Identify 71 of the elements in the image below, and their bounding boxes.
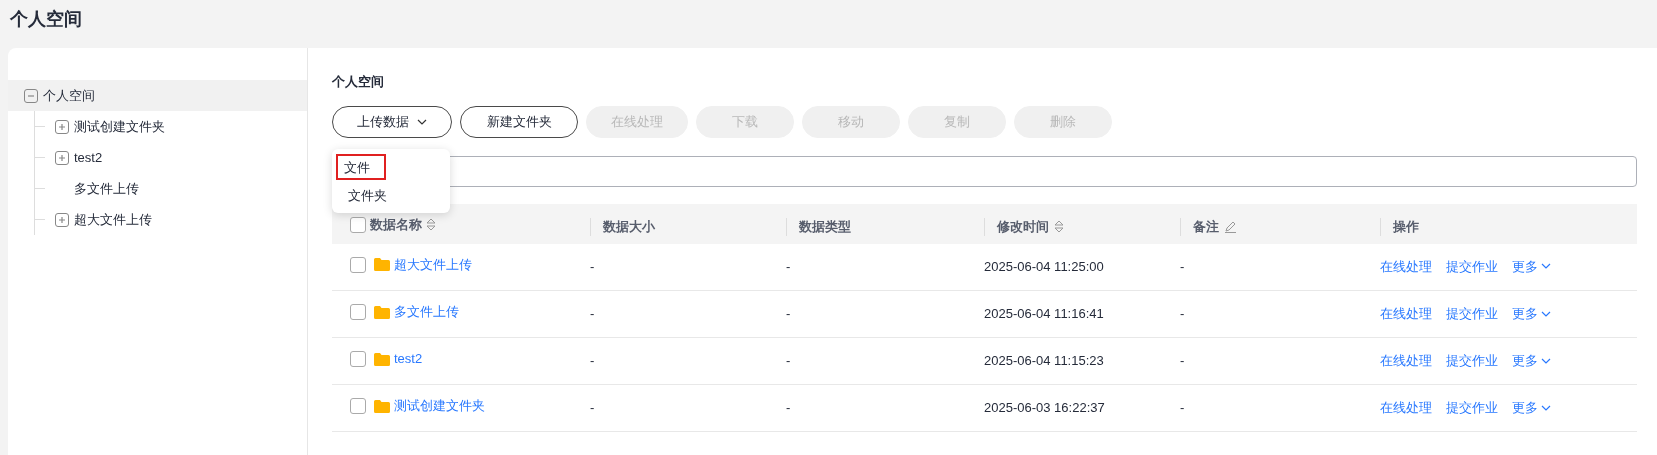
table-cell: - [590,353,595,369]
expand-icon[interactable] [55,119,69,134]
table-cell: - [1180,353,1185,369]
row-checkbox[interactable] [350,398,366,415]
folder-icon [374,399,390,413]
sort-icon[interactable] [426,218,436,232]
tree-item-highlight[interactable]: 个人空间 [8,80,307,111]
column-header: 操作 [1393,217,1419,236]
table-cell: - [786,400,791,416]
table-cell: 2025-06-04 11:15:23 [984,353,1104,369]
column-header: 修改时间 [997,217,1049,236]
sort-icon[interactable] [1054,220,1064,233]
table-cell: - [786,353,791,369]
table-cell: - [590,400,595,416]
action-link[interactable]: 在线处理 [1380,304,1432,324]
folder-icon [374,352,390,366]
file-name-link[interactable]: 多文件上传 [394,302,459,322]
caret-icon [1541,357,1551,365]
action-link[interactable]: 提交作业 [1446,257,1498,277]
column-header: 数据类型 [799,217,851,236]
action-link[interactable]: 在线处理 [1380,398,1432,418]
section-title: 个人空间 [332,73,385,91]
action-link[interactable]: 更多 [1512,398,1551,418]
expand-icon[interactable] [55,150,69,165]
tree-item[interactable]: 多文件上传 [74,178,139,199]
table-cell: - [1180,400,1185,416]
menu-item[interactable]: 文件夹 [336,182,399,208]
table-cell: 2025-06-04 11:16:41 [984,306,1104,322]
action-link[interactable]: 更多 [1512,304,1551,324]
file-name-link[interactable]: test2 [394,349,423,369]
action-link[interactable]: 提交作业 [1446,304,1498,324]
file-name-link[interactable]: 超大文件上传 [394,255,472,275]
action-link[interactable]: 提交作业 [1446,351,1498,371]
table-cell: - [786,259,791,274]
folder-icon [374,258,390,272]
action-link[interactable]: 提交作业 [1446,398,1498,418]
caret-icon [417,118,427,127]
column-header: 数据大小 [603,217,655,236]
table-cell: 2025-06-03 16:22:37 [984,400,1105,416]
toolbar-button[interactable]: 新建文件夹 [460,105,578,138]
row-checkbox[interactable] [350,256,366,273]
table-cell: - [786,306,791,322]
tree-item-label[interactable]: 个人空间 [43,85,95,106]
row-checkbox[interactable] [350,351,366,368]
page-title: 个人空间 [9,8,83,31]
caret-icon [1541,310,1551,318]
menu-item[interactable]: 文件 [336,154,386,180]
column-header: 数据名称 [370,215,422,234]
edit-icon[interactable] [1224,220,1237,233]
collapse-icon[interactable] [24,88,38,103]
row-checkbox[interactable] [350,304,366,321]
column-header: 备注 [1193,217,1219,236]
expand-icon[interactable] [55,212,69,227]
folder-icon [374,305,390,319]
tree-item[interactable]: test2 [74,147,103,168]
action-link[interactable]: 在线处理 [1380,257,1432,277]
select-all-checkbox[interactable] [350,216,366,233]
table-cell: - [1180,306,1185,322]
table-cell: - [590,259,595,274]
action-link[interactable]: 更多 [1512,351,1551,371]
tree-item[interactable]: 测试创建文件夹 [74,116,165,137]
caret-icon [1541,263,1551,271]
table-cell: 2025-06-04 11:25:00 [984,259,1104,274]
table-cell: - [1180,259,1185,274]
table-cell: - [590,306,595,322]
toolbar-button[interactable]: 上传数据 [332,105,452,138]
action-link[interactable]: 更多 [1512,257,1551,277]
action-link[interactable]: 在线处理 [1380,351,1432,371]
file-name-link[interactable]: 测试创建文件夹 [394,396,485,416]
tree-item[interactable]: 超大文件上传 [74,209,152,230]
caret-icon [1541,404,1551,412]
